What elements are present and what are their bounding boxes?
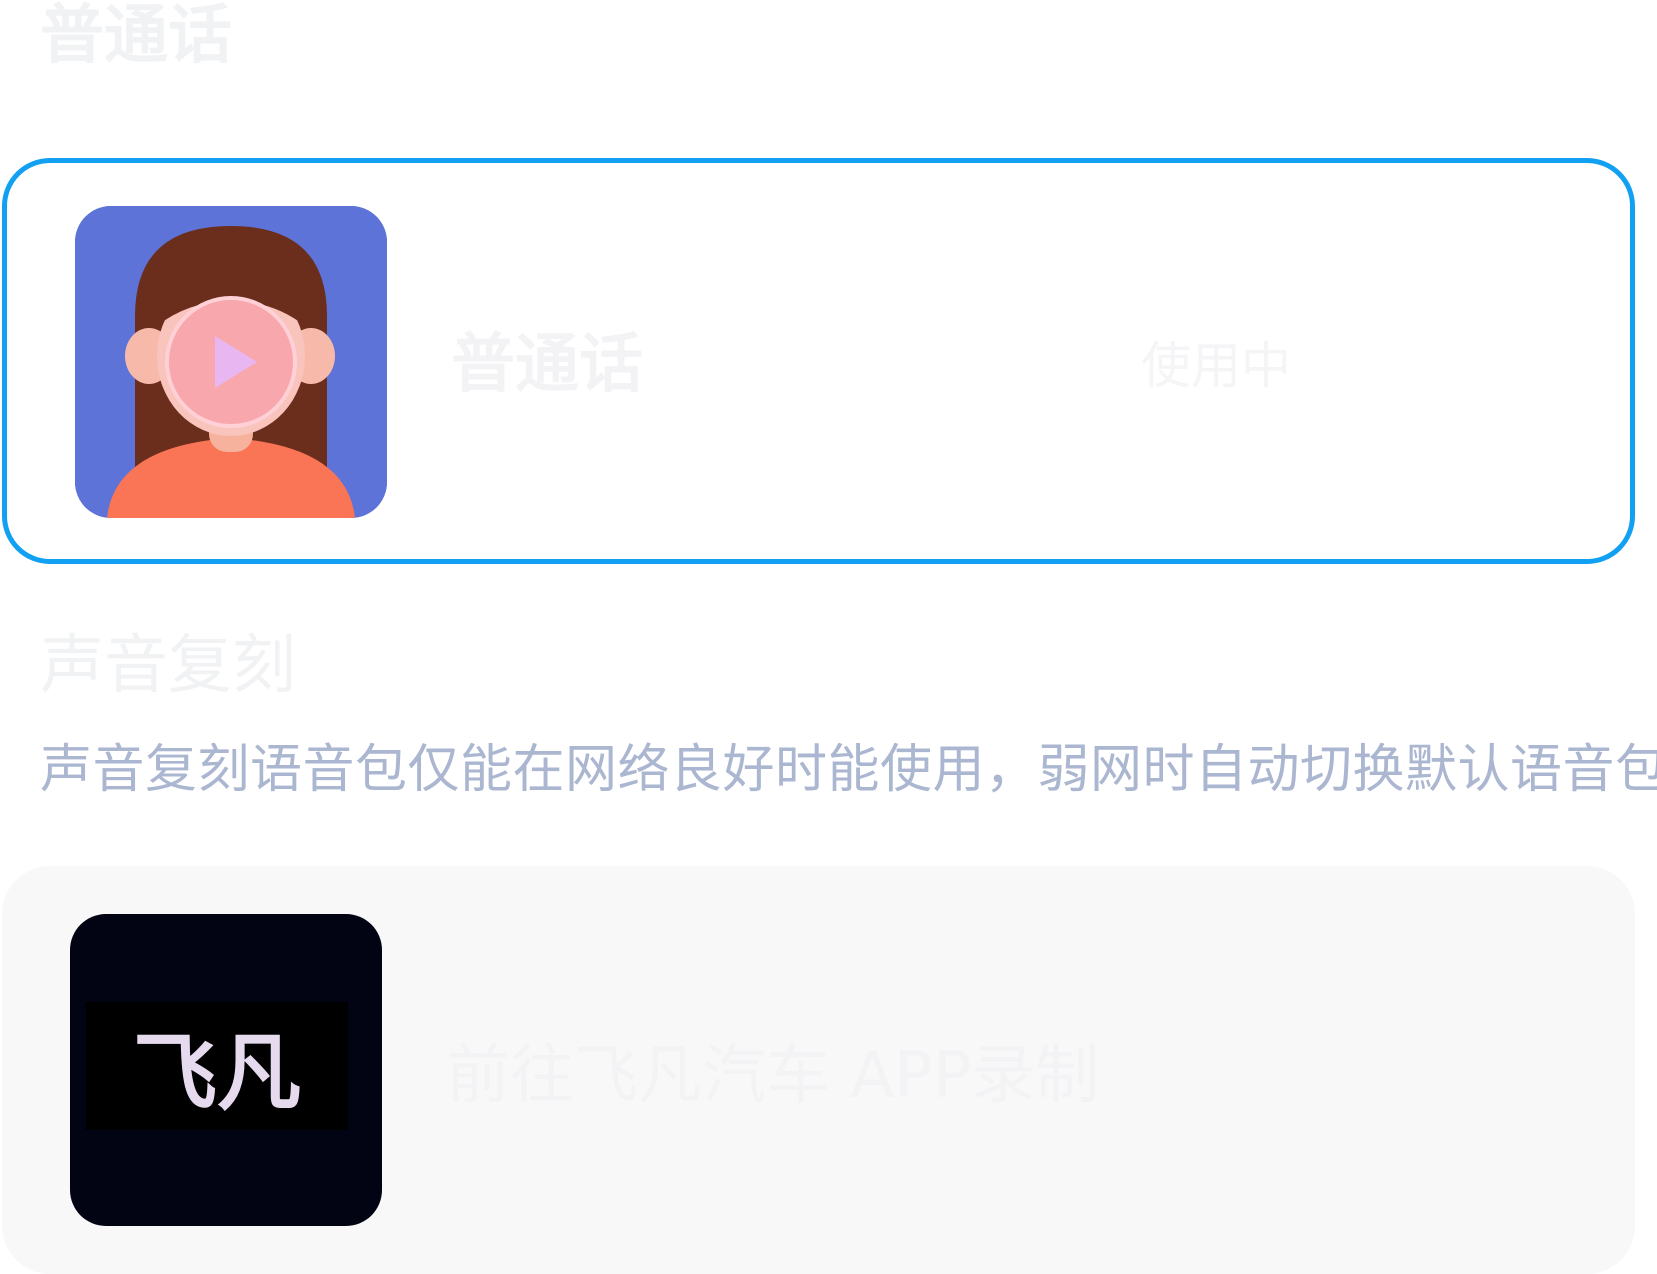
record-voice-label: 前往飞凡汽车 APP录制 (446, 1039, 1100, 1113)
voice-pack-card-mandarin[interactable]: 普通话 使用中 (2, 158, 1635, 564)
voice-clone-hint: 声音复刻语音包仅能在网络良好时能使用，弱网时自动切换默认语音包 (40, 740, 1657, 800)
section-title-mandarin: 普通话 (40, 0, 232, 73)
section-title-voice-clone: 声音复刻 (40, 629, 296, 703)
app-logo-tile: 飞凡 (70, 914, 382, 1226)
feifan-logo: 飞凡 (86, 1002, 348, 1130)
status-badge: 使用中 (1141, 337, 1291, 395)
voice-pack-name: 普通话 (451, 328, 643, 402)
voice-avatar (75, 206, 387, 518)
record-voice-card[interactable]: 飞凡 前往飞凡汽车 APP录制 (2, 866, 1635, 1274)
avatar-illustration (75, 206, 387, 518)
